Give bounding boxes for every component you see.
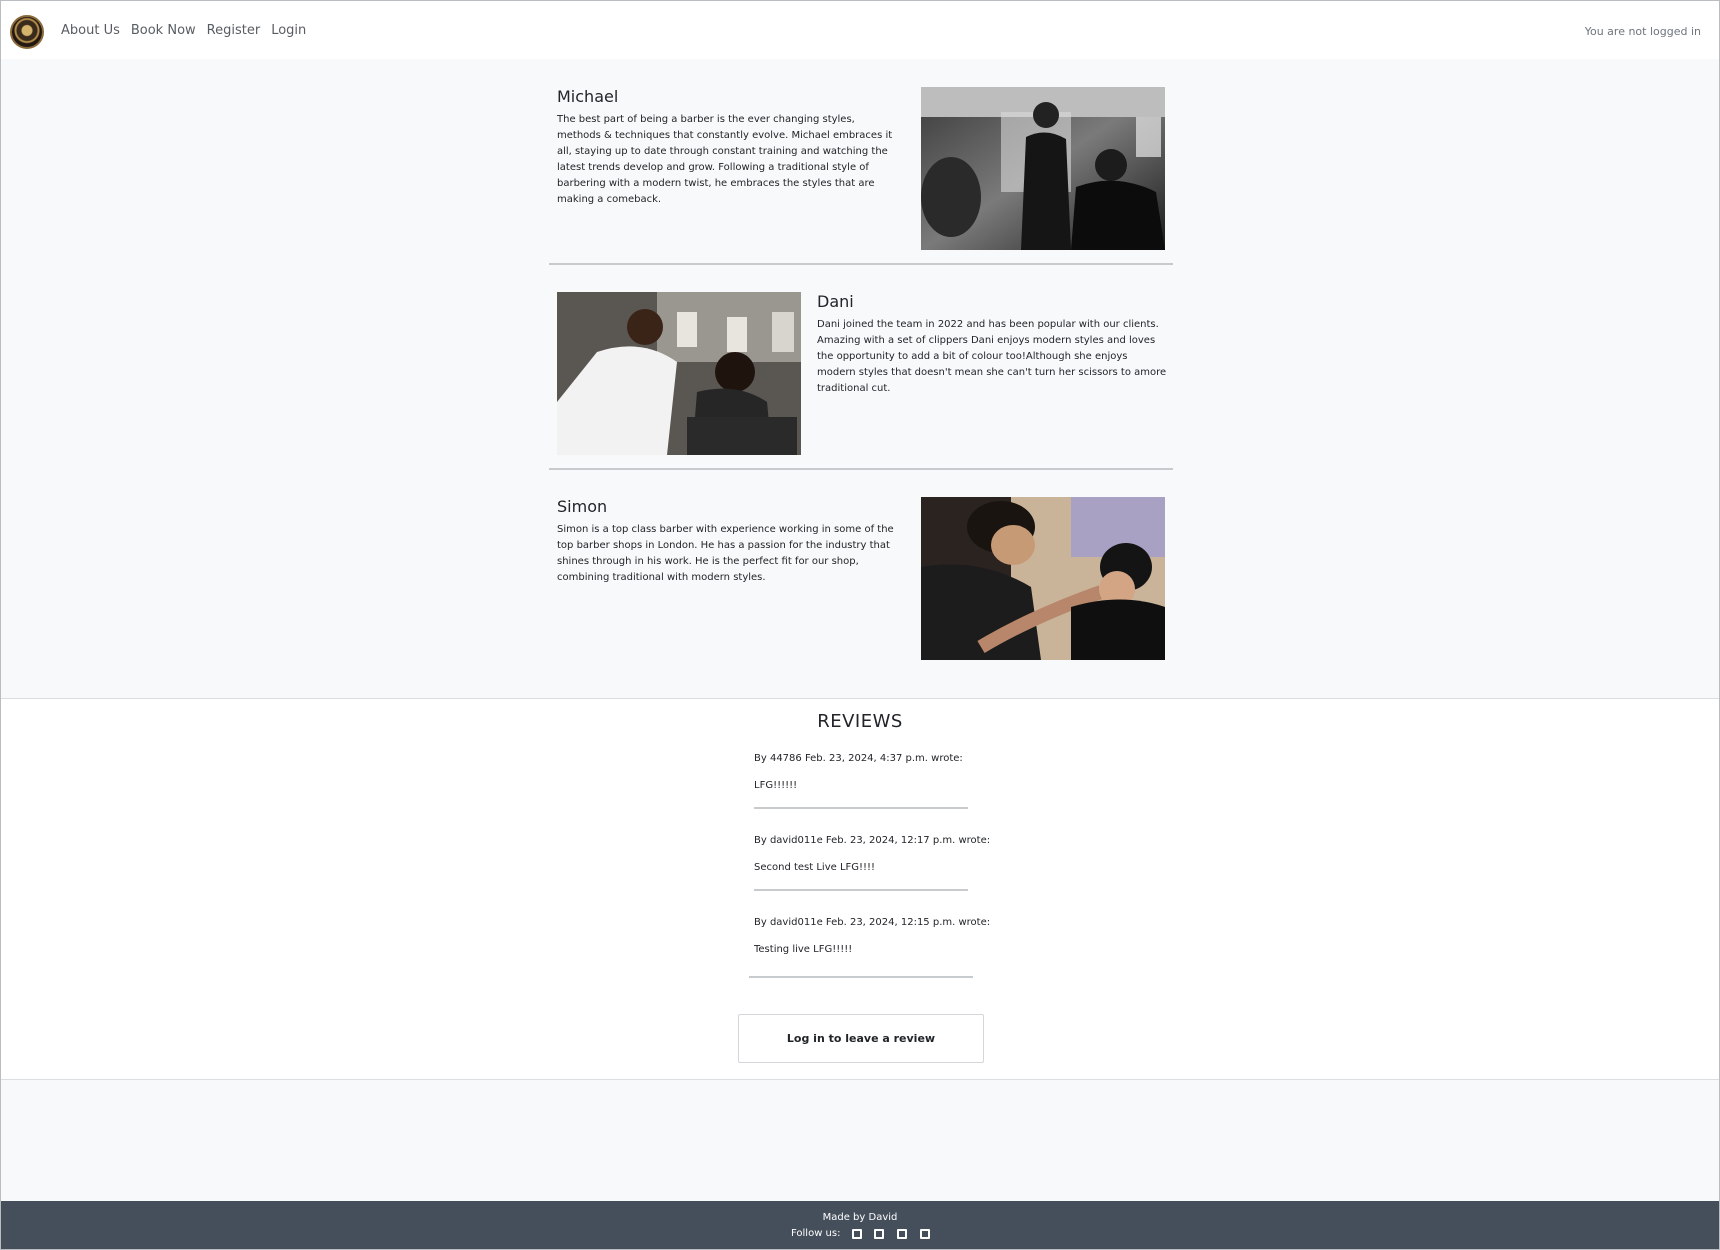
review-divider (754, 807, 968, 809)
review-meta: By 44786 Feb. 23, 2024, 4:37 p.m. wrote: (754, 753, 963, 764)
nav-links: About Us Book Now Register Login (61, 23, 306, 38)
facebook-icon[interactable] (852, 1229, 862, 1239)
barber-bio: The best part of being a barber is the e… (557, 114, 893, 205)
footer-credit: Made by David (822, 1212, 898, 1223)
navbar: About Us Book Now Register Login You are… (1, 1, 1719, 59)
barber-photo (921, 87, 1165, 250)
review-body: Second test Live LFG!!!! (754, 862, 876, 873)
barber-photo (921, 497, 1165, 660)
barber-bio: Dani joined the team in 2022 and has bee… (817, 319, 1167, 394)
nav-login-link[interactable]: Login (271, 23, 306, 38)
footer-follow-label: Follow us: (791, 1228, 841, 1239)
footer: Made by David Follow us: (1, 1201, 1719, 1249)
review-body: LFG!!!!!! (754, 780, 798, 791)
nav-register-link[interactable]: Register (207, 23, 261, 38)
barber-name: Michael (557, 87, 619, 106)
barber-bio: Simon is a top class barber with experie… (557, 524, 894, 583)
review-meta: By david011e Feb. 23, 2024, 12:15 p.m. w… (754, 917, 991, 928)
barber-photo (557, 292, 801, 455)
section-divider (549, 468, 1173, 470)
nav-book-now-link[interactable]: Book Now (131, 23, 196, 38)
youtube-icon[interactable] (920, 1229, 930, 1239)
twitter-icon[interactable] (874, 1229, 884, 1239)
reviews-title: REVIEWS (817, 711, 903, 732)
barber-name: Dani (817, 292, 854, 311)
review-divider (754, 889, 968, 891)
instagram-icon[interactable] (897, 1229, 907, 1239)
section-divider (549, 263, 1173, 265)
barber-name: Simon (557, 497, 608, 516)
review-meta: By david011e Feb. 23, 2024, 12:17 p.m. w… (754, 835, 991, 846)
review-divider (749, 976, 973, 978)
logo[interactable] (10, 15, 44, 49)
login-status: You are not logged in (1584, 25, 1701, 38)
login-to-review-button[interactable]: Log in to leave a review (738, 1014, 984, 1063)
review-body: Testing live LFG!!!!! (754, 944, 853, 955)
nav-about-us-link[interactable]: About Us (61, 23, 120, 38)
